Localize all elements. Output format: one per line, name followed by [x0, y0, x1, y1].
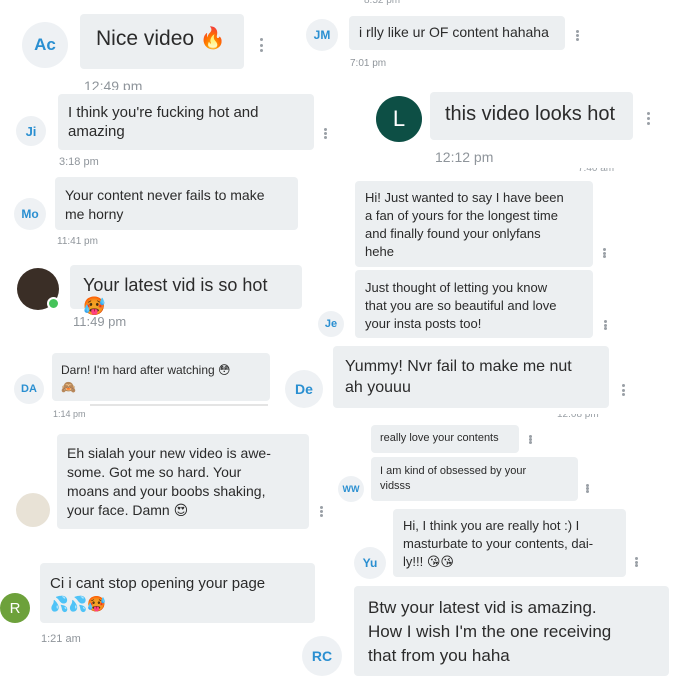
message-bubble[interactable]: this video looks hot — [430, 92, 633, 140]
message-bubble[interactable]: Ci i cant stop opening your page 💦💦🥵 — [40, 563, 315, 623]
more-vert-icon[interactable] — [621, 384, 625, 396]
more-vert-icon[interactable] — [259, 38, 263, 52]
message-bubble[interactable]: Your latest vid is so hot 🥵 — [70, 265, 302, 316]
message-bubble[interactable]: I think you're fucking hot and amazing — [58, 94, 314, 150]
avatar[interactable]: Mo — [14, 198, 46, 230]
more-vert-icon[interactable] — [528, 435, 532, 444]
cut-off-time: 7:40 am — [578, 168, 615, 174]
message-bubble[interactable]: Nice video 🔥 — [80, 14, 244, 69]
message-time: 12:12 pm — [435, 149, 494, 165]
message-bubble[interactable]: Just thought of letting you know that yo… — [355, 270, 593, 338]
avatar[interactable]: De — [285, 370, 323, 408]
avatar[interactable]: Ji — [16, 116, 46, 146]
message-bubble[interactable]: really love your contents — [371, 425, 519, 453]
message-time: 11:49 pm — [73, 314, 127, 329]
avatar[interactable]: RC — [302, 636, 342, 676]
message-time: 11:41 pm — [57, 236, 98, 247]
message-bubble[interactable]: Yummy! Nvr fail to make me nut ah youuu — [333, 346, 609, 408]
message-bubble[interactable]: Darn! I'm hard after watching 😳 🙈 — [52, 353, 270, 401]
avatar[interactable] — [16, 493, 50, 527]
message-bubble[interactable]: I am kind of obsessed by your vidsss — [371, 457, 578, 501]
message-bubble[interactable]: Hi! Just wanted to say I have been a fan… — [355, 181, 593, 267]
avatar[interactable]: L — [376, 96, 422, 142]
message-time: 12:49 pm — [84, 78, 143, 90]
cut-off-time: 12:08 pm — [557, 414, 599, 420]
message-bubble[interactable]: Your content never fails to make me horn… — [55, 177, 298, 230]
avatar[interactable]: DA — [14, 374, 44, 404]
avatar[interactable] — [17, 268, 60, 310]
more-vert-icon[interactable] — [575, 30, 579, 41]
avatar[interactable]: R — [0, 593, 30, 623]
message-time: 1:21 am — [41, 633, 81, 645]
avatar[interactable]: Ac — [22, 22, 68, 68]
more-vert-icon[interactable] — [585, 484, 589, 493]
divider — [90, 404, 268, 406]
more-vert-icon[interactable] — [602, 248, 606, 258]
more-vert-icon[interactable] — [319, 506, 323, 517]
more-vert-icon[interactable] — [323, 128, 327, 139]
message-time: 1:14 pm — [53, 409, 86, 419]
avatar[interactable]: Yu — [354, 547, 386, 579]
more-vert-icon[interactable] — [646, 112, 650, 125]
message-time: 7:01 pm — [350, 58, 387, 69]
online-status-icon — [47, 297, 60, 310]
avatar[interactable]: JM — [306, 19, 338, 51]
message-bubble[interactable]: Hi, I think you are really hot :) I mast… — [393, 509, 626, 577]
avatar[interactable]: Je — [318, 311, 344, 337]
message-bubble[interactable]: Btw your latest vid is amazing. How I wi… — [354, 586, 669, 676]
message-bubble[interactable]: Eh sialah your new video is awe- some. G… — [57, 434, 309, 529]
more-vert-icon[interactable] — [603, 320, 607, 330]
message-time: 3:18 pm — [59, 156, 99, 168]
cut-off-time: 8:52 pm — [364, 0, 401, 6]
more-vert-icon[interactable] — [634, 557, 638, 567]
avatar[interactable]: WW — [338, 476, 364, 502]
message-bubble[interactable]: i rlly like ur OF content hahaha — [349, 16, 565, 50]
